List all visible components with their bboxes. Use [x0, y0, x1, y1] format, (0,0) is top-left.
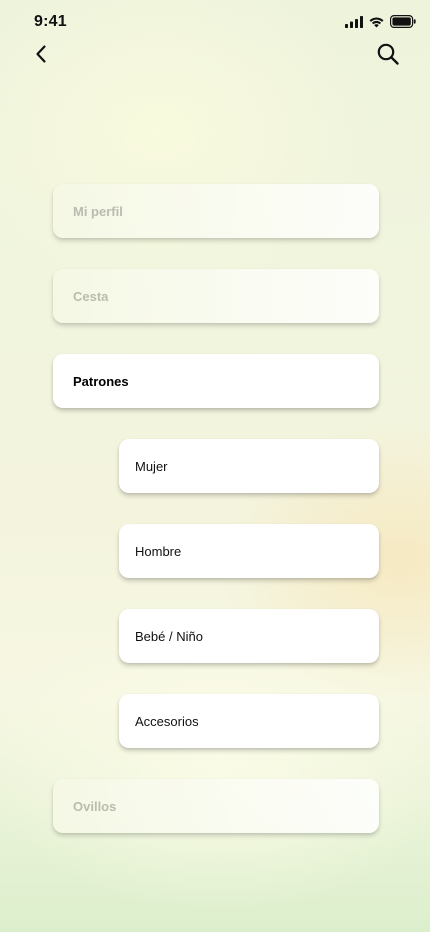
- search-icon: [376, 42, 400, 71]
- menu-item-yarn[interactable]: Ovillos: [53, 779, 379, 833]
- search-button[interactable]: [372, 40, 404, 72]
- submenu-item-baby[interactable]: Bebé / Niño: [119, 609, 379, 663]
- signal-icon: [345, 15, 363, 33]
- status-icons: [345, 15, 416, 33]
- submenu-item-men[interactable]: Hombre: [119, 524, 379, 578]
- menu-item-patterns[interactable]: Patrones: [53, 354, 379, 408]
- menu-item-cart[interactable]: Cesta: [53, 269, 379, 323]
- chevron-left-icon: [34, 44, 48, 69]
- submenu-item-label: Bebé / Niño: [135, 628, 203, 644]
- submenu-item-accessories[interactable]: Accesorios: [119, 694, 379, 748]
- submenu-item-label: Hombre: [135, 543, 182, 559]
- submenu-item-label: Accesorios: [135, 713, 199, 729]
- battery-icon: [390, 15, 416, 33]
- back-button[interactable]: [25, 40, 57, 72]
- status-bar: 9:41: [0, 0, 430, 46]
- status-time: 9:41: [34, 13, 67, 30]
- menu-item-label: Cesta: [73, 288, 109, 304]
- menu-item-profile[interactable]: Mi perfil: [53, 184, 379, 238]
- menu-item-label: Mi perfil: [73, 203, 123, 219]
- submenu-item-women[interactable]: Mujer: [119, 439, 379, 493]
- menu-item-label: Ovillos: [73, 798, 117, 814]
- submenu-item-label: Mujer: [135, 458, 168, 474]
- wifi-icon: [368, 15, 385, 33]
- menu-item-label: Patrones: [73, 373, 129, 389]
